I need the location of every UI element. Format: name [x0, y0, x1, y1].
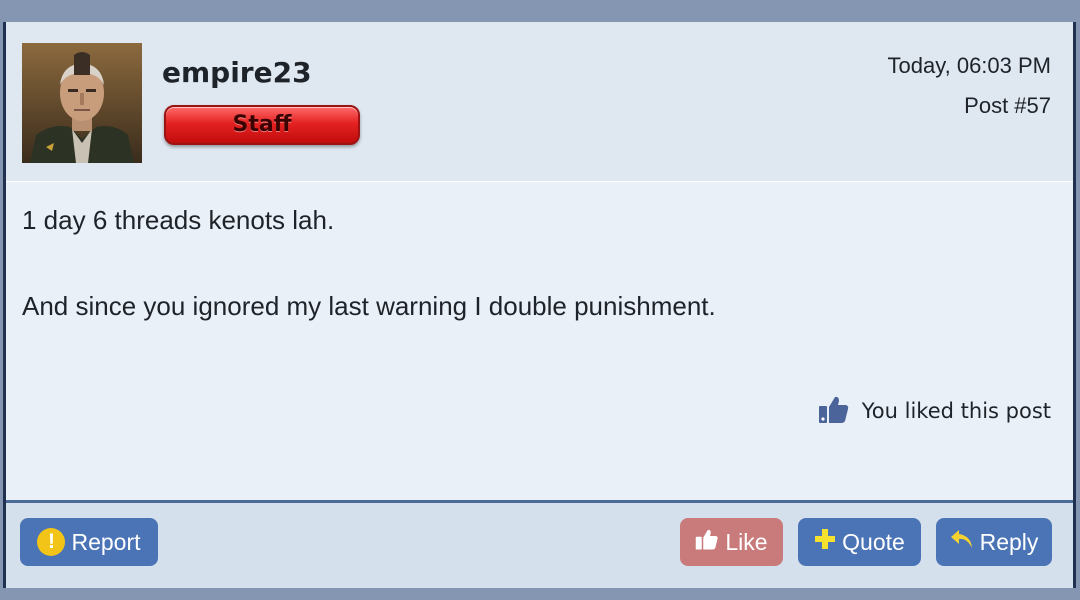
liked-indicator: You liked this post	[818, 394, 1051, 428]
reply-button[interactable]: Reply	[936, 518, 1052, 566]
thumbs-up-icon	[695, 527, 719, 557]
post-text-line: And since you ignored my last warning I …	[22, 291, 716, 321]
reply-label: Reply	[979, 528, 1039, 555]
top-bar	[0, 0, 1080, 22]
bottom-bar	[0, 588, 1080, 600]
post-header: empire23 Staff Today, 06:03 PM Post #57	[6, 22, 1073, 182]
post-date: Today, 06:03 PM	[887, 53, 1051, 78]
report-button[interactable]: ! Report	[20, 518, 158, 566]
forum-post: empire23 Staff Today, 06:03 PM Post #57 …	[3, 22, 1076, 588]
like-button[interactable]: Like	[680, 518, 783, 566]
like-label: Like	[725, 528, 768, 555]
thumbs-up-icon	[818, 393, 850, 430]
username[interactable]: empire23	[162, 56, 312, 89]
post-footer: ! Report Like Quote Reply	[6, 500, 1073, 588]
staff-badge: Staff	[164, 105, 360, 145]
quote-label: Quote	[842, 528, 905, 555]
liked-text: You liked this post	[861, 399, 1051, 423]
avatar[interactable]	[22, 43, 142, 163]
post-text-line: 1 day 6 threads kenots lah.	[22, 205, 335, 235]
quote-button[interactable]: Quote	[798, 518, 921, 566]
exclamation-circle-icon: !	[37, 528, 66, 556]
reply-arrow-icon	[950, 528, 974, 556]
report-label: Report	[71, 528, 141, 555]
post-number-link[interactable]: Post #57	[964, 93, 1051, 119]
plus-icon	[814, 528, 836, 556]
